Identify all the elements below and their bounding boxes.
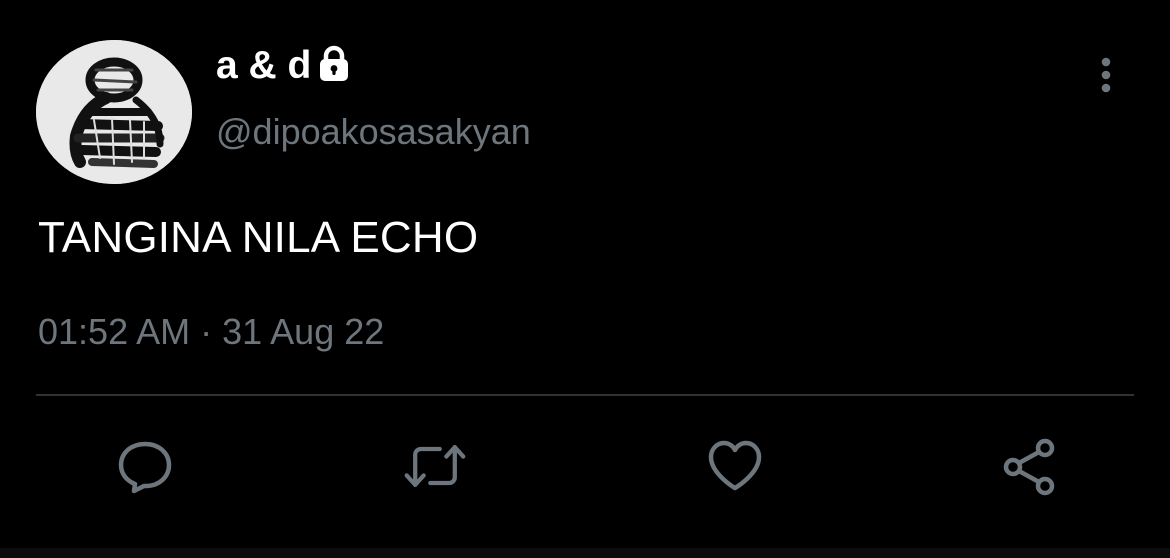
avatar[interactable] bbox=[36, 40, 192, 184]
retweet-button[interactable] bbox=[402, 434, 468, 498]
display-name-row[interactable]: a & d bbox=[216, 44, 353, 87]
share-icon bbox=[1003, 438, 1055, 496]
like-button[interactable] bbox=[702, 434, 768, 498]
avatar-image bbox=[36, 40, 192, 184]
user-handle[interactable]: @dipoakosasakyan bbox=[216, 114, 531, 150]
display-name: a & d bbox=[216, 44, 312, 87]
lock-icon bbox=[315, 45, 353, 83]
divider bbox=[36, 394, 1134, 396]
comment-bubble-icon bbox=[118, 441, 172, 494]
share-button[interactable] bbox=[996, 434, 1062, 498]
tweet-text: TANGINA NILA ECHO bbox=[38, 213, 479, 262]
bottom-divider bbox=[0, 548, 1170, 558]
retweet-icon bbox=[404, 445, 466, 487]
heart-icon bbox=[708, 440, 762, 491]
tweet-timestamp[interactable]: 01:52 AM · 31 Aug 22 bbox=[38, 314, 384, 350]
more-options-button[interactable] bbox=[1086, 52, 1126, 98]
vertical-ellipsis-icon bbox=[1101, 57, 1111, 93]
reply-button[interactable] bbox=[112, 434, 178, 498]
